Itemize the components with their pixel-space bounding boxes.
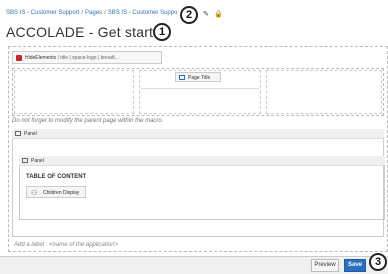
panel-header-outer[interactable]: Panel (12, 129, 384, 139)
save-button[interactable]: Save (344, 259, 366, 272)
panel-label: Panel (24, 131, 37, 137)
breadcrumb-separator: / (81, 10, 84, 16)
panel-header-inner[interactable]: Panel (19, 156, 385, 166)
callout-one: 1 (153, 23, 171, 41)
macro-icon (179, 75, 185, 80)
callout-three: 3 (369, 253, 387, 271)
panel-label: Panel (31, 158, 44, 164)
parent-note: Do not forget to modify the parent page … (12, 118, 164, 124)
children-display-macro[interactable]: ⚇ Children Display (26, 186, 86, 198)
panel-icon (22, 158, 28, 163)
divider (141, 88, 259, 89)
page-title-macro[interactable]: Page Title (175, 72, 221, 82)
breadcrumb-separator: / (104, 10, 106, 16)
macro-icon (16, 55, 22, 61)
lock-icon[interactable]: 🔒 (214, 10, 223, 18)
macro-label: Children Display (43, 190, 80, 196)
layout-cell-left[interactable] (14, 70, 134, 114)
breadcrumb-item-space[interactable]: SBS IS - Customer Support (6, 10, 79, 16)
pencil-icon[interactable]: ✎ (203, 10, 209, 18)
hide-elements-macro[interactable]: HideElements | title | space-logo | brea… (12, 51, 162, 64)
macro-label: Page Title (188, 75, 211, 81)
panel-icon (15, 131, 21, 136)
breadcrumb-item-pages[interactable]: Pages (85, 10, 102, 16)
layout-cell-right[interactable] (266, 70, 382, 114)
breadcrumb: SBS IS - Customer Support / Pages / SBS IS -… (6, 10, 177, 16)
callout-two: 2 (180, 6, 198, 24)
page-title[interactable]: ACCOLADE - Get started (6, 24, 169, 40)
label-placeholder[interactable]: Add a label : <name of the application> (14, 242, 118, 248)
macro-params: | title | space-logo | breadt... (56, 55, 119, 61)
breadcrumb-item-parent[interactable]: SBS IS - Customer Suppo (108, 10, 178, 16)
toc-heading: TABLE OF CONTENT (26, 174, 87, 180)
macro-name: HideElements (25, 55, 57, 61)
preview-button[interactable]: Preview (311, 259, 339, 272)
hierarchy-icon: ⚇ (31, 190, 38, 197)
